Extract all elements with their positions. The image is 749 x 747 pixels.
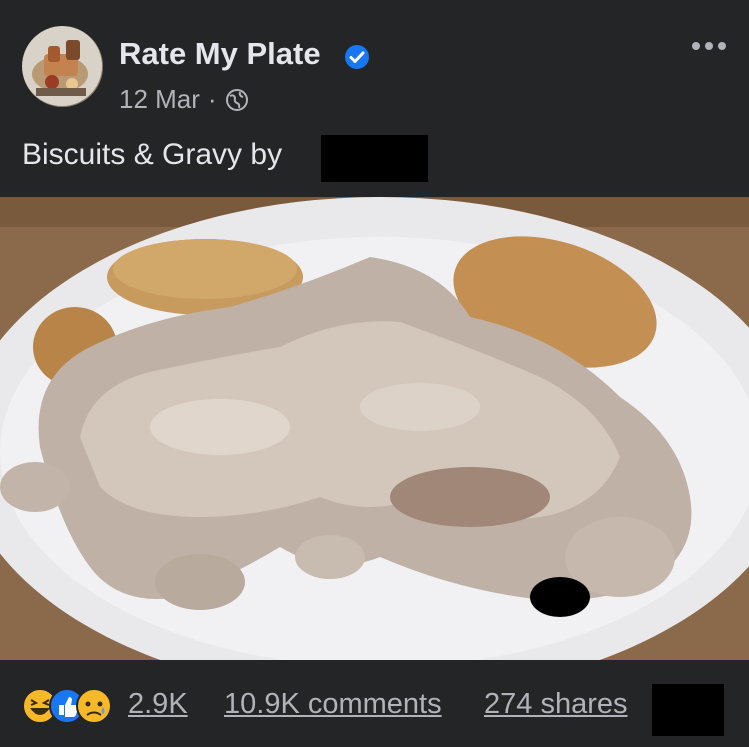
post-date[interactable]: 12 Mar [119,84,200,115]
reaction-count[interactable]: 2.9K [128,688,188,721]
more-options-icon[interactable] [690,36,730,56]
meta-separator: · [207,84,217,114]
comments-link[interactable]: 10.9K comments [224,688,442,721]
shares-link[interactable]: 274 shares [484,688,628,721]
post-card: Rate My Plate 12 Mar · Biscuits & Gravy … [0,0,749,747]
verified-badge-icon [345,45,369,69]
page-avatar[interactable] [22,26,103,107]
post-caption: Biscuits & Gravy by [22,138,283,171]
redaction-box [321,135,428,182]
post-meta: 12 Mar · [119,84,249,115]
globe-icon [225,88,248,111]
avatar-image [22,26,103,107]
biscuits-gravy-photo [0,197,749,660]
post-photo[interactable] [0,197,749,660]
post-header: Rate My Plate 12 Mar · Biscuits & Gravy … [0,0,749,196]
page-name[interactable]: Rate My Plate [119,36,321,72]
redaction-box [652,684,724,736]
sad-reaction-icon [76,688,112,724]
reaction-icons[interactable] [22,686,122,726]
